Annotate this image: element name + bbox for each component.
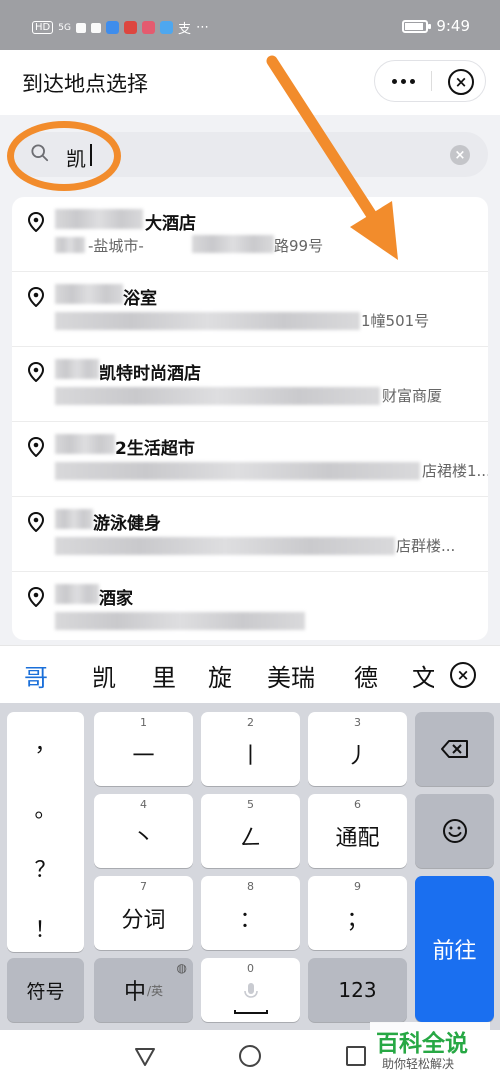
backspace-icon: [440, 740, 468, 758]
punctuation-column: ， 。 ？ ！: [7, 712, 84, 952]
more-notifications-icon: ⋯: [195, 20, 209, 35]
search-icon: [31, 144, 49, 162]
number-key[interactable]: 123: [308, 958, 407, 1022]
watermark-title: 百科全说: [376, 1031, 468, 1057]
back-triangle-icon[interactable]: [133, 1044, 157, 1068]
list-item[interactable]: 大酒店 -盐城市- 路99号: [12, 197, 488, 272]
result-name: 游泳健身: [93, 514, 161, 534]
network-indicator: 5G: [58, 22, 71, 33]
more-button[interactable]: [375, 61, 431, 101]
wifi-icon: [90, 22, 101, 33]
symbol-key[interactable]: 符号: [7, 958, 84, 1022]
emoji-key[interactable]: [415, 794, 494, 868]
clear-search-button[interactable]: ×: [450, 145, 470, 165]
result-address-tail: 店群楼...: [396, 537, 456, 555]
result-name: 大酒店: [145, 214, 196, 234]
candidate-item[interactable]: 里: [152, 658, 176, 693]
candidate-item[interactable]: 凯: [92, 658, 116, 693]
backspace-key[interactable]: [415, 712, 494, 786]
key-3[interactable]: 3丿: [308, 712, 407, 786]
list-item[interactable]: 游泳健身 店群楼...: [12, 497, 488, 572]
keyboard: ， 。 ？ ！ 1一 2丨 3丿 4丶 5ㄥ 6 通配 7 分词 8： 9； 前往 …: [0, 703, 500, 1030]
result-address-tail: 财富商厦: [382, 387, 443, 405]
space-key[interactable]: 0: [201, 958, 300, 1022]
key-5[interactable]: 5ㄥ: [201, 794, 300, 868]
key-1[interactable]: 1一: [94, 712, 193, 786]
result-name: 2生活超市: [115, 439, 195, 459]
app-icon-search: [105, 21, 119, 34]
close-candidates-button[interactable]: ×: [450, 662, 476, 688]
signal-icon: [75, 22, 86, 33]
status-bar: HD 5G 支 ⋯ 9:49: [0, 0, 500, 50]
key-4[interactable]: 4丶: [94, 794, 193, 868]
result-name: 凯特时尚酒店: [99, 364, 201, 384]
emoji-icon: [442, 819, 467, 843]
watermark-subtitle: 助你轻松解决: [382, 1057, 455, 1071]
status-time: 9:49: [436, 17, 470, 35]
capsule-divider: [431, 71, 432, 91]
enter-go-button[interactable]: 前往: [415, 876, 494, 1022]
battery-icon: [402, 19, 432, 33]
result-address: -盐城市-: [88, 237, 144, 255]
lang-main-label: 中: [123, 980, 146, 1005]
search-value: 凯: [66, 147, 86, 171]
list-item[interactable]: 凯特时尚酒店 财富商厦: [12, 347, 488, 422]
lang-sub-label: /英: [146, 983, 164, 998]
status-icons: HD 5G 支 ⋯: [32, 18, 209, 37]
space-bar-indicator: [233, 1010, 268, 1014]
cloud-icon: [159, 21, 173, 34]
results-list: 大酒店 -盐城市- 路99号 浴室 1幢501号 凯特时尚酒店 财富商厦 2生活…: [12, 197, 488, 640]
candidate-item[interactable]: 德: [354, 658, 378, 693]
status-right: 9:49: [402, 17, 470, 35]
candidate-item[interactable]: 哥: [24, 658, 48, 693]
candidate-bar: 哥 凯 里 旋 美瑞 德 文 ×: [0, 645, 500, 703]
key-6[interactable]: 6 通配: [308, 794, 407, 868]
app-icon-red: [123, 21, 137, 34]
result-address-tail: 店裙楼1...: [422, 462, 488, 480]
result-address-tail: 1幢501号: [361, 312, 430, 330]
watermark-logo: 百科全说 助你轻松解决: [370, 1022, 490, 1074]
close-button[interactable]: ×: [448, 69, 474, 95]
result-name: 酒家: [99, 589, 133, 609]
mini-program-capsule: ×: [374, 60, 486, 102]
app-icon-heart: [141, 21, 155, 34]
list-item[interactable]: 2生活超市 店裙楼1...: [12, 422, 488, 497]
candidate-item[interactable]: 美瑞: [267, 658, 315, 693]
location-pin-icon: [27, 287, 45, 307]
key-9[interactable]: 9；: [308, 876, 407, 950]
home-circle-icon[interactable]: [239, 1045, 261, 1067]
location-pin-icon: [27, 437, 45, 457]
punct-key[interactable]: ？: [7, 852, 84, 884]
key-7[interactable]: 7 分词: [94, 876, 193, 950]
result-name: 浴室: [123, 289, 157, 309]
location-pin-icon: [27, 362, 45, 382]
language-switch-key[interactable]: 中/英 ◍: [94, 958, 193, 1022]
list-item[interactable]: 酒家: [12, 572, 488, 640]
recent-apps-icon[interactable]: [346, 1046, 366, 1066]
page-title: 到达地点选择: [22, 72, 148, 96]
punct-key[interactable]: ！: [7, 912, 84, 944]
key-2[interactable]: 2丨: [201, 712, 300, 786]
location-pin-icon: [27, 212, 45, 232]
location-pin-icon: [27, 587, 45, 607]
result-address-tail: 路99号: [274, 237, 324, 255]
location-pin-icon: [27, 512, 45, 532]
candidate-item[interactable]: 文: [412, 658, 434, 693]
globe-icon: ◍: [176, 961, 187, 975]
punct-key[interactable]: 。: [7, 792, 84, 824]
list-item[interactable]: 浴室 1幢501号: [12, 272, 488, 347]
key-8[interactable]: 8：: [201, 876, 300, 950]
alipay-icon: 支: [177, 22, 191, 37]
text-caret: [90, 144, 92, 166]
candidate-item[interactable]: 旋: [208, 658, 232, 693]
punct-key[interactable]: ，: [7, 726, 84, 758]
hd-indicator: HD: [32, 21, 54, 34]
microphone-icon: [243, 983, 258, 998]
search-input[interactable]: 凯 ×: [14, 132, 488, 177]
